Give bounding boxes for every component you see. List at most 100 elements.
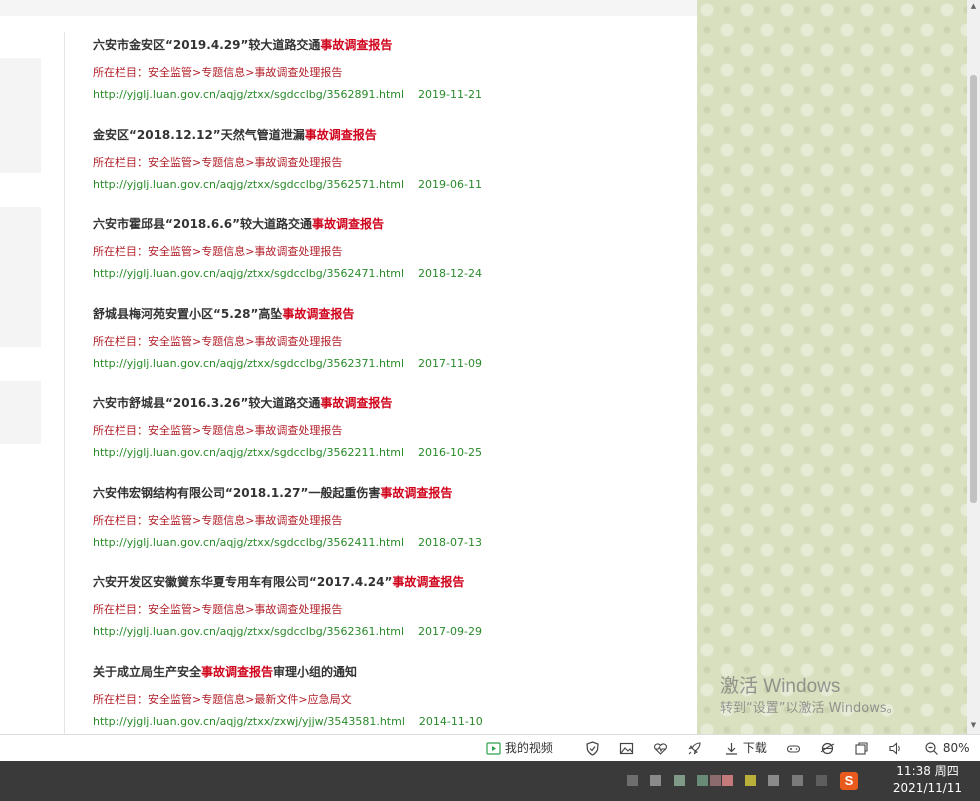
scroll-thumb[interactable] bbox=[970, 75, 977, 503]
tray-icon[interactable] bbox=[710, 775, 721, 786]
result-category-path: 所在栏目：安全监管>专题信息>事故调查处理报告 bbox=[93, 603, 343, 616]
search-result-item: 六安市舒城县“2016.3.26”较大道路交通事故调查报告所在栏目：安全监管>专… bbox=[93, 394, 683, 474]
window-icon bbox=[854, 741, 869, 756]
left-block bbox=[0, 381, 41, 444]
result-date: 2018-07-13 bbox=[418, 535, 482, 549]
content-divider bbox=[64, 32, 65, 734]
gamepad-icon bbox=[786, 741, 801, 756]
result-category-path: 所在栏目：安全监管>专题信息>事故调查处理报告 bbox=[93, 245, 343, 258]
background-pattern-panel bbox=[697, 0, 967, 734]
result-url-line: http://yjglj.luan.gov.cn/aqjg/ztxx/sgdcc… bbox=[93, 177, 482, 193]
scroll-up-icon[interactable]: ▲ bbox=[969, 2, 978, 11]
shield-button[interactable] bbox=[585, 740, 600, 757]
tray-icon[interactable] bbox=[674, 775, 685, 786]
my-video-button[interactable]: 我的视频 bbox=[486, 740, 553, 757]
result-title-link[interactable]: 六安开发区安徽黉东华夏专用车有限公司“2017.4.24”事故调查报告 bbox=[93, 573, 464, 591]
result-url-line: http://yjglj.luan.gov.cn/aqjg/ztxx/sgdcc… bbox=[93, 87, 482, 103]
result-url-line: http://yjglj.luan.gov.cn/aqjg/ztxx/sgdcc… bbox=[93, 624, 482, 640]
ie-mode-button[interactable] bbox=[820, 740, 835, 757]
result-title-text: 六安开发区安徽黉东华夏专用车有限公司“2017.4.24” bbox=[93, 575, 393, 589]
result-title-link[interactable]: 六安伟宏钢结构有限公司“2018.1.27”一般起重伤害事故调查报告 bbox=[93, 484, 452, 502]
download-button[interactable]: 下载 bbox=[724, 740, 767, 757]
play-icon bbox=[486, 741, 501, 756]
volume-button[interactable] bbox=[888, 740, 903, 757]
result-url-link[interactable]: http://yjglj.luan.gov.cn/aqjg/ztxx/sgdcc… bbox=[93, 267, 404, 280]
health-button[interactable] bbox=[653, 740, 668, 757]
result-url-line: http://yjglj.luan.gov.cn/aqjg/ztxx/sgdcc… bbox=[93, 445, 482, 461]
result-date: 2019-11-21 bbox=[418, 88, 482, 101]
tray-icon[interactable] bbox=[745, 775, 756, 786]
result-title-link[interactable]: 金安区“2018.12.12”天然气管道泄漏事故调查报告 bbox=[93, 126, 377, 144]
result-title-link[interactable]: 六安市金安区“2019.4.29”较大道路交通事故调查报告 bbox=[93, 36, 392, 54]
rocket-icon bbox=[687, 741, 702, 756]
result-title-highlight: 事故调查报告 bbox=[320, 396, 393, 410]
clock-date: 2021/11/11 bbox=[892, 781, 963, 795]
tray-icon[interactable] bbox=[768, 775, 779, 786]
download-icon bbox=[724, 741, 739, 756]
speaker-icon bbox=[888, 741, 903, 756]
game-button[interactable] bbox=[786, 740, 801, 757]
zoom-icon bbox=[924, 741, 939, 756]
result-date: 2017-09-29 bbox=[418, 625, 482, 638]
result-url-link[interactable]: http://yjglj.luan.gov.cn/aqjg/ztxx/zxwj/… bbox=[93, 715, 405, 728]
search-result-item: 舒城县梅河苑安置小区“5.28”高坠事故调查报告所在栏目：安全监管>专题信息>事… bbox=[93, 305, 683, 385]
clock-time: 11:38 周四 bbox=[896, 764, 959, 778]
result-url-line: http://yjglj.luan.gov.cn/aqjg/ztxx/sgdcc… bbox=[93, 535, 482, 551]
vertical-scrollbar[interactable]: ▲ ▼ bbox=[967, 0, 980, 734]
top-strip bbox=[0, 0, 697, 16]
result-url-link[interactable]: http://yjglj.luan.gov.cn/aqjg/ztxx/sgdcc… bbox=[93, 446, 404, 459]
download-label: 下载 bbox=[742, 741, 767, 755]
result-category-path: 所在栏目：安全监管>专题信息>事故调查处理报告 bbox=[93, 155, 343, 169]
tray-icon[interactable] bbox=[650, 775, 661, 786]
result-title-text: 关于成立局生产安全 bbox=[93, 664, 202, 679]
system-clock[interactable]: 11:38 周四 2021/11/11 bbox=[880, 763, 975, 797]
result-title-link[interactable]: 舒城县梅河苑安置小区“5.28”高坠事故调查报告 bbox=[93, 305, 354, 323]
tray-icon[interactable] bbox=[816, 775, 827, 786]
image-button[interactable] bbox=[619, 740, 634, 757]
image-icon bbox=[619, 741, 634, 756]
shield-icon bbox=[585, 741, 600, 756]
search-result-item: 金安区“2018.12.12”天然气管道泄漏事故调查报告所在栏目：安全监管>专题… bbox=[93, 126, 683, 206]
result-title-text: 舒城县梅河苑安置小区“5.28”高坠 bbox=[93, 306, 283, 321]
taskbar: S 11:38 周四 2021/11/11 bbox=[0, 761, 980, 801]
tray-icon[interactable] bbox=[697, 775, 708, 786]
window-button[interactable] bbox=[854, 740, 869, 757]
result-title-suffix: 审理小组的通知 bbox=[273, 664, 358, 679]
result-url-line: http://yjglj.luan.gov.cn/aqjg/ztxx/zxwj/… bbox=[93, 714, 483, 730]
result-date: 2019-06-11 bbox=[418, 177, 482, 191]
result-url-line: http://yjglj.luan.gov.cn/aqjg/ztxx/sgdcc… bbox=[93, 266, 482, 282]
left-block bbox=[0, 207, 41, 347]
tray-icon[interactable] bbox=[627, 775, 638, 786]
left-block bbox=[0, 58, 41, 173]
scroll-down-icon[interactable]: ▼ bbox=[969, 721, 978, 730]
result-title-text: 六安市舒城县“2016.3.26”较大道路交通 bbox=[93, 396, 321, 410]
ime-sogou-icon[interactable]: S bbox=[840, 772, 858, 790]
result-date: 2016-10-25 bbox=[418, 446, 482, 459]
search-result-item: 六安开发区安徽黉东华夏专用车有限公司“2017.4.24”事故调查报告所在栏目：… bbox=[93, 573, 683, 653]
zoom-button[interactable]: 80% bbox=[924, 740, 970, 757]
rocket-button[interactable] bbox=[687, 740, 702, 757]
tray-icon[interactable] bbox=[722, 775, 733, 786]
result-title-link[interactable]: 六安市舒城县“2016.3.26”较大道路交通事故调查报告 bbox=[93, 394, 392, 412]
result-title-text: 六安市金安区“2019.4.29”较大道路交通 bbox=[93, 38, 321, 52]
result-title-link[interactable]: 关于成立局生产安全事故调查报告审理小组的通知 bbox=[93, 663, 357, 681]
result-date: 2018-12-24 bbox=[418, 267, 482, 280]
tray-icon[interactable] bbox=[792, 775, 803, 786]
result-url-link[interactable]: http://yjglj.luan.gov.cn/aqjg/ztxx/sgdcc… bbox=[93, 88, 404, 101]
result-title-highlight: 事故调查报告 bbox=[312, 217, 385, 231]
result-category-path: 所在栏目：安全监管>专题信息>事故调查处理报告 bbox=[93, 424, 343, 437]
result-title-highlight: 事故调查报告 bbox=[304, 127, 377, 142]
result-url-link[interactable]: http://yjglj.luan.gov.cn/aqjg/ztxx/sgdcc… bbox=[93, 625, 404, 638]
result-title-link[interactable]: 六安市霍邱县“2018.6.6”较大道路交通事故调查报告 bbox=[93, 215, 384, 233]
result-category-path: 所在栏目：安全监管>专题信息>事故调查处理报告 bbox=[93, 513, 343, 527]
watermark-title: 激活 Windows bbox=[720, 676, 841, 697]
watermark-subtitle: 转到“设置”以激活 Windows。 bbox=[720, 701, 900, 716]
result-title-highlight: 事故调查报告 bbox=[282, 306, 355, 321]
result-url-link[interactable]: http://yjglj.luan.gov.cn/aqjg/ztxx/sgdcc… bbox=[93, 536, 404, 549]
browser-status-bar: 我的视频 下载 80% bbox=[0, 734, 980, 761]
result-category-path: 所在栏目：安全监管>专题信息>事故调查处理报告 bbox=[93, 334, 343, 348]
result-url-link[interactable]: http://yjglj.luan.gov.cn/aqjg/ztxx/sgdcc… bbox=[93, 357, 404, 370]
zoom-level: 80% bbox=[942, 741, 970, 755]
result-url-link[interactable]: http://yjglj.luan.gov.cn/aqjg/ztxx/sgdcc… bbox=[93, 178, 404, 191]
result-title-text: 六安市霍邱县“2018.6.6”较大道路交通 bbox=[93, 217, 312, 231]
